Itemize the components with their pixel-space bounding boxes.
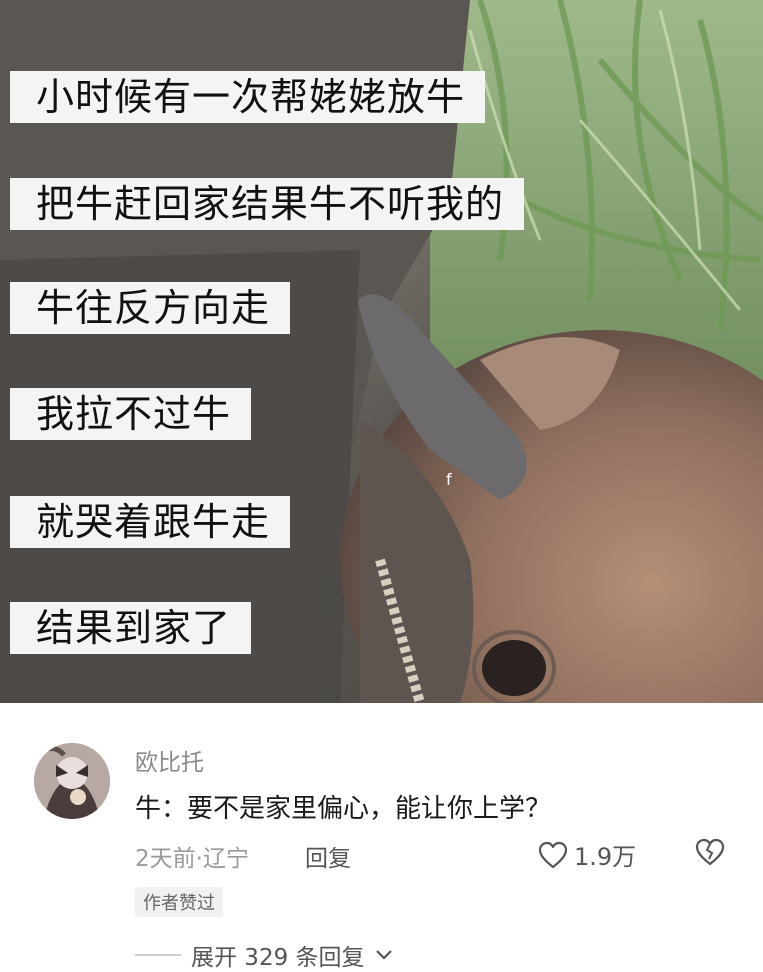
caption-line-5: 就哭着跟牛走 [10, 496, 291, 548]
avatar[interactable] [34, 743, 110, 819]
expand-replies-button[interactable]: 展开 329 条回复 [135, 938, 393, 972]
caption-line-6: 结果到家了 [10, 602, 252, 654]
comment-username[interactable]: 欧比托 [135, 743, 204, 777]
overlay-glyph: f [446, 470, 452, 489]
like-count: 1.9万 [574, 843, 637, 871]
author-liked-badge: 作者赞过 [135, 887, 223, 917]
comment-text: 牛：要不是家里偏心，能让你上学？ [135, 794, 552, 824]
comment-meta: 2天前·辽宁 [135, 846, 249, 872]
broken-heart-icon [695, 838, 725, 866]
video-frame[interactable]: 小时候有一次帮姥姥放牛 把牛赶回家结果牛不听我的 牛往反方向走 我拉不过牛 就哭… [0, 0, 763, 703]
heart-outline-icon [538, 841, 568, 868]
chevron-down-icon [375, 950, 392, 960]
comment-item: 欧比托 牛：要不是家里偏心，能让你上学？ 2天前·辽宁 回复 1.9万 作者赞过… [0, 703, 763, 971]
like-button[interactable]: 1.9万 [538, 837, 636, 872]
expand-replies-label: 展开 329 条回复 [191, 945, 365, 971]
caption-line-4: 我拉不过牛 [10, 388, 252, 440]
reply-button[interactable]: 回复 [305, 839, 351, 873]
dislike-button[interactable] [694, 837, 726, 871]
caption-line-2: 把牛赶回家结果牛不听我的 [10, 178, 525, 230]
avatar-image [34, 743, 110, 819]
divider-line [135, 954, 181, 956]
caption-line-1: 小时候有一次帮姥姥放牛 [10, 71, 486, 123]
caption-line-3: 牛往反方向走 [10, 282, 291, 334]
